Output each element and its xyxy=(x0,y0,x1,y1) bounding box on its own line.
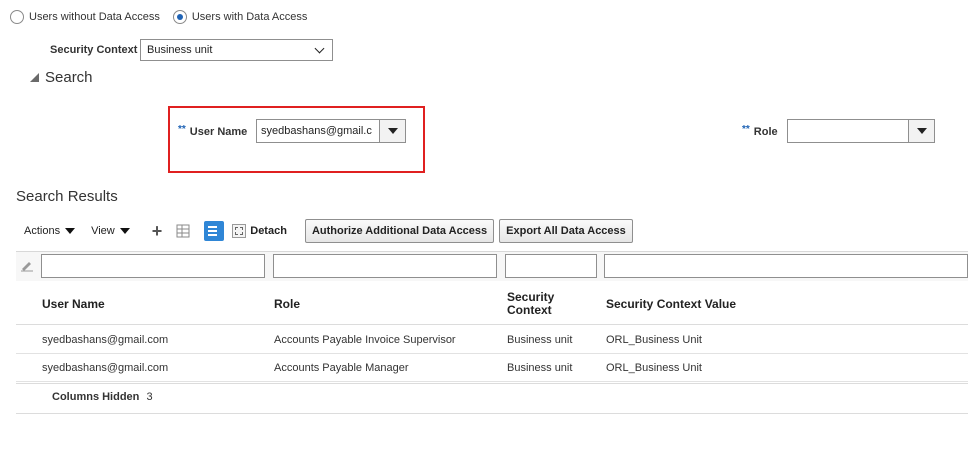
columns-hidden-count: 3 xyxy=(146,391,153,403)
user-name-label: User Name xyxy=(189,126,248,138)
column-header-user-name[interactable]: User Name xyxy=(42,298,105,311)
chevron-down-icon xyxy=(314,43,325,53)
columns-hidden-status: Columns Hidden 3 xyxy=(52,391,153,403)
filter-role-input[interactable] xyxy=(273,254,497,278)
role-dropdown-button[interactable] xyxy=(908,120,934,142)
dropdown-triangle-icon xyxy=(387,128,398,134)
export-all-data-access-button[interactable]: Export All Data Access xyxy=(499,219,633,243)
actions-label: Actions xyxy=(24,225,61,237)
filter-user-name-input[interactable] xyxy=(41,254,265,278)
results-toolbar: Actions View + Detach Authorize Addition… xyxy=(16,219,638,243)
menu-triangle-icon xyxy=(65,228,76,234)
security-context-select[interactable]: Business unit xyxy=(140,39,333,61)
freeze-icon[interactable] xyxy=(204,221,225,241)
column-header-security-context[interactable]: Security Context xyxy=(507,291,577,317)
access-filter-radio-group: Users without Data Access Users with Dat… xyxy=(10,9,320,25)
cell-security-context-value: ORL_Business Unit xyxy=(606,334,702,346)
detach-icon[interactable] xyxy=(232,224,247,238)
role-combobox[interactable] xyxy=(787,119,935,143)
filter-security-context-input[interactable] xyxy=(505,254,597,278)
column-header-security-context-value[interactable]: Security Context Value xyxy=(606,298,736,311)
role-label-group: ** Role xyxy=(742,124,778,138)
security-context-value: Business unit xyxy=(147,44,213,56)
pencil-icon xyxy=(20,258,34,272)
collapse-triangle-icon xyxy=(30,73,39,82)
columns-hidden-label: Columns Hidden xyxy=(52,391,140,403)
cell-security-context-value: ORL_Business Unit xyxy=(606,362,702,374)
radio-label-with: Users with Data Access xyxy=(191,11,308,23)
user-name-combobox[interactable]: syedbashans@gmail.c xyxy=(256,119,406,143)
radio-users-without-access[interactable] xyxy=(10,10,24,24)
edit-grid-icon[interactable] xyxy=(176,224,190,238)
column-header-role[interactable]: Role xyxy=(274,298,300,311)
search-heading: Search xyxy=(45,69,93,86)
security-context-label: Security Context xyxy=(50,44,138,56)
user-name-input[interactable]: syedbashans@gmail.c xyxy=(257,120,379,142)
cell-role: Accounts Payable Manager xyxy=(274,362,409,374)
filter-security-context-value-input[interactable] xyxy=(604,254,968,278)
radio-label-without: Users without Data Access xyxy=(29,11,160,23)
cell-user-name: syedbashans@gmail.com xyxy=(42,334,169,346)
role-label: Role xyxy=(753,126,778,138)
role-input[interactable] xyxy=(788,120,908,142)
radio-users-with-access[interactable] xyxy=(172,10,187,24)
required-marker: ** xyxy=(178,124,186,135)
menu-triangle-icon xyxy=(119,228,130,234)
search-results-heading: Search Results xyxy=(16,188,118,205)
cell-user-name: syedbashans@gmail.com xyxy=(42,362,169,374)
authorize-additional-data-access-button[interactable]: Authorize Additional Data Access xyxy=(304,219,495,243)
view-menu[interactable]: View xyxy=(91,225,130,237)
dropdown-triangle-icon xyxy=(916,128,927,134)
cell-role: Accounts Payable Invoice Supervisor xyxy=(274,334,456,346)
table-header-row xyxy=(16,282,968,325)
required-marker: ** xyxy=(742,124,750,135)
detach-label[interactable]: Detach xyxy=(250,225,287,237)
cell-security-context: Business unit xyxy=(507,334,573,346)
actions-menu[interactable]: Actions xyxy=(24,225,76,237)
user-name-dropdown-button[interactable] xyxy=(379,120,405,142)
cell-security-context: Business unit xyxy=(507,362,573,374)
table-footer xyxy=(16,383,968,414)
view-label: View xyxy=(91,225,115,237)
add-icon[interactable]: + xyxy=(152,222,163,240)
search-section-toggle[interactable]: Search xyxy=(30,69,93,86)
user-name-label-group: ** User Name xyxy=(178,124,248,138)
